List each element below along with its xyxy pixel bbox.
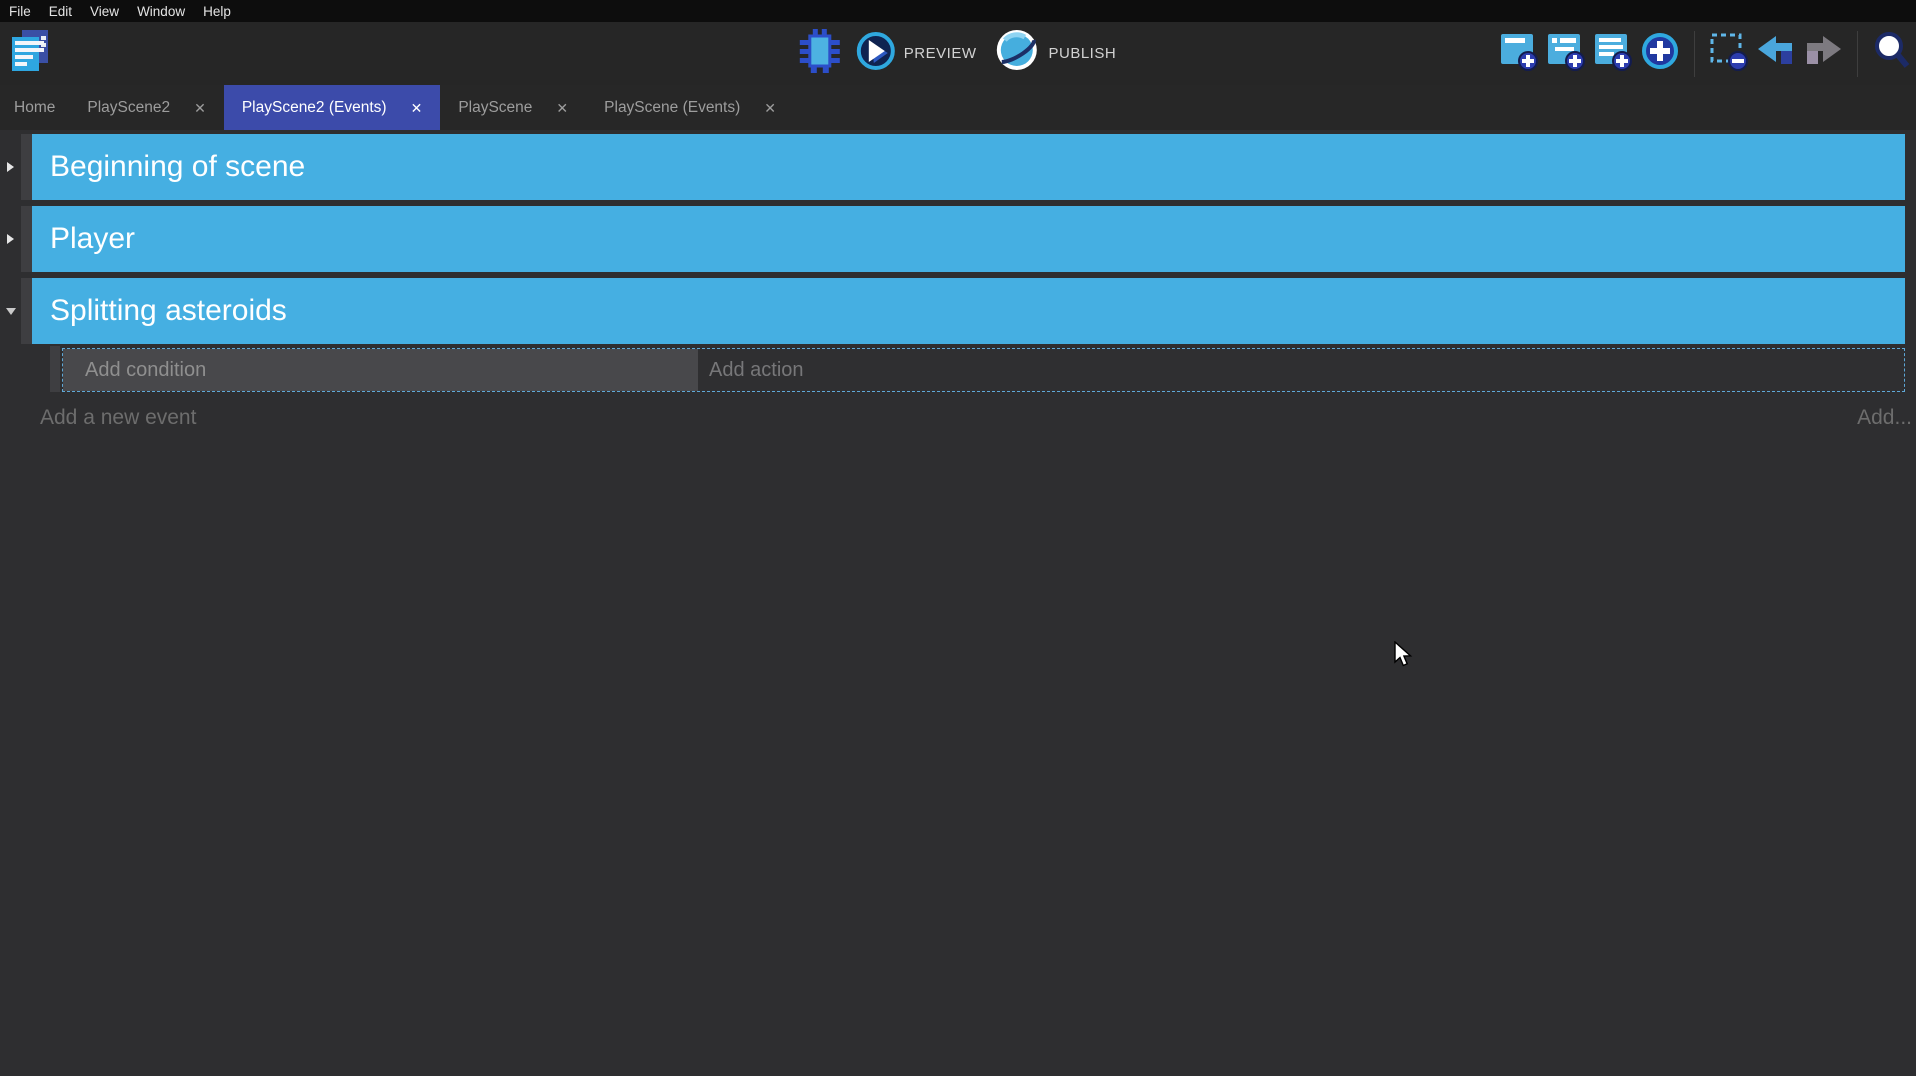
tab-playscene-events[interactable]: PlayScene (Events) ✕ xyxy=(586,85,794,130)
tab-label: PlayScene xyxy=(458,99,532,117)
tab-label: PlayScene2 xyxy=(87,99,170,117)
event-group-bar[interactable]: Beginning of scene xyxy=(32,134,1905,200)
chevron-right-icon xyxy=(7,234,14,244)
close-icon[interactable]: ✕ xyxy=(411,101,423,115)
event-handle xyxy=(50,346,60,392)
add-event-button[interactable] xyxy=(1499,33,1539,75)
mouse-cursor xyxy=(1394,641,1416,676)
add-new-event-button[interactable]: Add a new event xyxy=(40,406,196,430)
delete-selection-icon xyxy=(1709,30,1749,77)
event-handle xyxy=(21,278,32,344)
add-subevent-button[interactable] xyxy=(1546,33,1586,75)
add-condition-button[interactable]: Add condition xyxy=(63,349,698,391)
event-selection: Add condition Add action xyxy=(62,348,1905,392)
events-sheet: Beginning of scene Player Splitting aste… xyxy=(0,130,1916,430)
preview-button[interactable]: PREVIEW xyxy=(856,31,977,76)
add-ellipsis-button[interactable]: Add... xyxy=(1857,406,1912,430)
debug-button[interactable] xyxy=(800,33,840,75)
search-icon xyxy=(1872,30,1912,77)
close-icon[interactable]: ✕ xyxy=(764,101,776,115)
play-circle-icon xyxy=(856,31,896,76)
menu-window[interactable]: Window xyxy=(128,4,194,19)
tab-playscene2[interactable]: PlayScene2 ✕ xyxy=(69,85,223,130)
choose-add-event-button[interactable] xyxy=(1640,33,1680,75)
add-circle-plus-icon xyxy=(1640,31,1680,76)
menu-help[interactable]: Help xyxy=(194,4,240,19)
collapse-toggle[interactable] xyxy=(0,278,21,344)
add-action-button[interactable]: Add action xyxy=(698,349,1904,391)
publish-globe-icon xyxy=(992,28,1040,79)
tab-label: PlayScene (Events) xyxy=(604,99,740,117)
undo-button[interactable] xyxy=(1756,33,1796,75)
project-documents-icon xyxy=(8,28,52,79)
tab-label: PlayScene2 (Events) xyxy=(242,99,387,117)
event-row: Beginning of scene xyxy=(0,134,1916,200)
add-comment-button[interactable] xyxy=(1593,33,1633,75)
toolbar-separator xyxy=(1857,31,1858,77)
preview-label: PREVIEW xyxy=(904,45,977,62)
main-toolbar: PREVIEW PUBLISH xyxy=(0,22,1916,85)
menu-bar: File Edit View Window Help xyxy=(0,0,1916,22)
menu-file[interactable]: File xyxy=(0,4,40,19)
close-icon[interactable]: ✕ xyxy=(556,101,568,115)
add-comment-icon xyxy=(1593,30,1633,77)
add-event-icon xyxy=(1499,30,1539,77)
project-manager-button[interactable] xyxy=(8,28,52,79)
event-row: Player xyxy=(0,206,1916,272)
toolbar-separator xyxy=(1694,31,1695,77)
close-icon[interactable]: ✕ xyxy=(194,101,206,115)
search-button[interactable] xyxy=(1872,33,1912,75)
menu-edit[interactable]: Edit xyxy=(40,4,81,19)
chevron-down-icon xyxy=(6,308,16,315)
tab-playscene[interactable]: PlayScene ✕ xyxy=(440,85,586,130)
event-group-bar[interactable]: Splitting asteroids xyxy=(32,278,1905,344)
redo-icon xyxy=(1803,35,1843,72)
undo-icon xyxy=(1756,35,1796,72)
expand-toggle[interactable] xyxy=(0,134,21,200)
tab-home[interactable]: Home xyxy=(0,85,69,130)
menu-view[interactable]: View xyxy=(81,4,128,19)
tab-playscene2-events[interactable]: PlayScene2 (Events) ✕ xyxy=(224,85,440,130)
tab-label: Home xyxy=(14,99,55,117)
event-handle xyxy=(21,206,32,272)
add-subevent-icon xyxy=(1546,30,1586,77)
redo-button[interactable] xyxy=(1803,33,1843,75)
event-row: Splitting asteroids xyxy=(0,278,1916,344)
delete-selection-button[interactable] xyxy=(1709,33,1749,75)
event-handle xyxy=(21,134,32,200)
publish-button[interactable]: PUBLISH xyxy=(992,28,1116,79)
debug-bug-icon xyxy=(798,28,842,79)
selected-event-row: Add condition Add action xyxy=(0,346,1916,394)
events-footer: Add a new event Add... xyxy=(0,406,1916,430)
publish-label: PUBLISH xyxy=(1048,45,1116,62)
tab-bar: Home PlayScene2 ✕ PlayScene2 (Events) ✕ … xyxy=(0,85,1916,130)
event-group-bar[interactable]: Player xyxy=(32,206,1905,272)
expand-toggle[interactable] xyxy=(0,206,21,272)
chevron-right-icon xyxy=(7,162,14,172)
